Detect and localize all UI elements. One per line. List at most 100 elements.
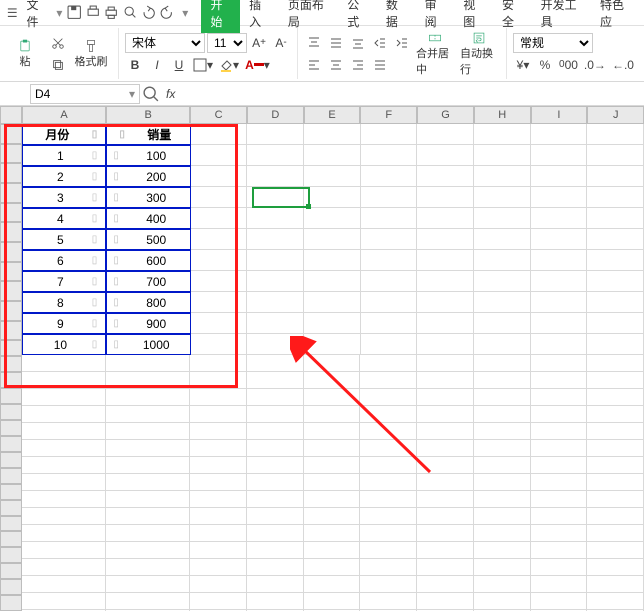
row-header[interactable]	[0, 579, 22, 595]
cell[interactable]: ▯300	[106, 187, 190, 208]
cell[interactable]	[531, 423, 588, 440]
file-menu-dropdown-icon[interactable]: ▾	[56, 6, 62, 20]
cell[interactable]	[22, 508, 106, 525]
cell[interactable]	[190, 542, 247, 559]
cell[interactable]	[191, 334, 248, 355]
cell[interactable]	[474, 166, 531, 187]
cell[interactable]	[531, 457, 588, 474]
cell[interactable]: ▯800	[106, 292, 190, 313]
font-name-select[interactable]: 宋体	[125, 33, 205, 53]
cell[interactable]	[247, 389, 304, 406]
row-header[interactable]	[0, 242, 22, 262]
currency-button[interactable]: ¥▾	[513, 55, 533, 75]
column-header[interactable]: E	[304, 106, 361, 124]
cell[interactable]	[474, 525, 531, 542]
cell[interactable]	[304, 208, 361, 229]
paste-button[interactable]: 粘	[4, 30, 46, 78]
cell[interactable]	[304, 423, 361, 440]
cell[interactable]	[417, 474, 474, 491]
cell[interactable]	[417, 559, 474, 576]
cell[interactable]	[22, 491, 106, 508]
cell[interactable]	[304, 593, 361, 610]
cell[interactable]	[531, 166, 588, 187]
cell[interactable]	[304, 372, 361, 389]
cell[interactable]	[361, 271, 418, 292]
cell[interactable]	[190, 576, 247, 593]
cell[interactable]	[361, 292, 418, 313]
align-right-button[interactable]	[348, 55, 368, 75]
row-header[interactable]	[0, 144, 22, 164]
file-menu[interactable]: 文件	[26, 0, 48, 30]
cell[interactable]	[587, 124, 644, 145]
cell[interactable]	[191, 313, 248, 334]
cell[interactable]	[247, 440, 304, 457]
cell[interactable]	[191, 229, 248, 250]
cell[interactable]	[587, 187, 644, 208]
cell[interactable]	[417, 250, 474, 271]
cell[interactable]: ▯900	[106, 313, 190, 334]
row-header[interactable]	[0, 452, 22, 468]
cell[interactable]	[106, 423, 190, 440]
cell[interactable]	[247, 491, 304, 508]
cell[interactable]	[417, 372, 474, 389]
cell[interactable]	[247, 313, 304, 334]
cell[interactable]	[304, 313, 361, 334]
cell[interactable]	[190, 406, 247, 423]
cell[interactable]	[106, 491, 190, 508]
cell[interactable]	[474, 250, 531, 271]
cell[interactable]	[587, 355, 644, 372]
zoom-selection-icon[interactable]	[140, 83, 162, 105]
cell[interactable]	[304, 124, 361, 145]
cell[interactable]	[474, 145, 531, 166]
cell[interactable]	[474, 355, 531, 372]
cell[interactable]	[361, 124, 418, 145]
cell[interactable]	[360, 542, 417, 559]
cell[interactable]	[361, 166, 418, 187]
cell[interactable]	[474, 208, 531, 229]
cell[interactable]	[191, 166, 248, 187]
cell[interactable]	[22, 576, 106, 593]
cell[interactable]	[191, 292, 248, 313]
cell[interactable]	[247, 145, 304, 166]
cell[interactable]: ▯100	[106, 145, 190, 166]
cell[interactable]	[106, 525, 190, 542]
cell[interactable]	[417, 423, 474, 440]
cell[interactable]	[531, 474, 588, 491]
cell[interactable]	[191, 208, 248, 229]
column-header[interactable]: J	[587, 106, 644, 124]
row-header[interactable]	[0, 500, 22, 516]
cell[interactable]	[474, 457, 531, 474]
cell[interactable]	[531, 440, 588, 457]
font-color-button[interactable]: A ▾	[243, 55, 272, 75]
row-header[interactable]	[0, 163, 22, 183]
cell[interactable]	[531, 229, 588, 250]
cell[interactable]	[22, 525, 106, 542]
cell[interactable]	[417, 292, 474, 313]
cell[interactable]	[106, 593, 190, 610]
cell[interactable]	[22, 474, 106, 491]
cell[interactable]	[304, 389, 361, 406]
cell[interactable]	[531, 559, 588, 576]
cell[interactable]	[304, 525, 361, 542]
align-left-button[interactable]	[304, 55, 324, 75]
cell[interactable]	[587, 372, 644, 389]
cell[interactable]	[22, 542, 106, 559]
row-header[interactable]	[0, 404, 22, 420]
cell[interactable]	[587, 593, 644, 610]
cell[interactable]	[474, 292, 531, 313]
cell[interactable]	[531, 313, 588, 334]
column-header[interactable]: C	[190, 106, 247, 124]
column-header[interactable]: G	[417, 106, 474, 124]
cell[interactable]	[247, 271, 304, 292]
row-header[interactable]	[0, 595, 22, 611]
cell[interactable]	[247, 334, 304, 355]
font-size-select[interactable]: 11	[207, 33, 247, 53]
cell[interactable]	[191, 271, 248, 292]
cell[interactable]	[360, 406, 417, 423]
cell[interactable]	[360, 423, 417, 440]
row-header[interactable]	[0, 183, 22, 203]
cell[interactable]	[531, 124, 588, 145]
cell[interactable]: 4▯	[22, 208, 106, 229]
cell[interactable]	[247, 292, 304, 313]
align-middle-button[interactable]	[326, 33, 346, 53]
